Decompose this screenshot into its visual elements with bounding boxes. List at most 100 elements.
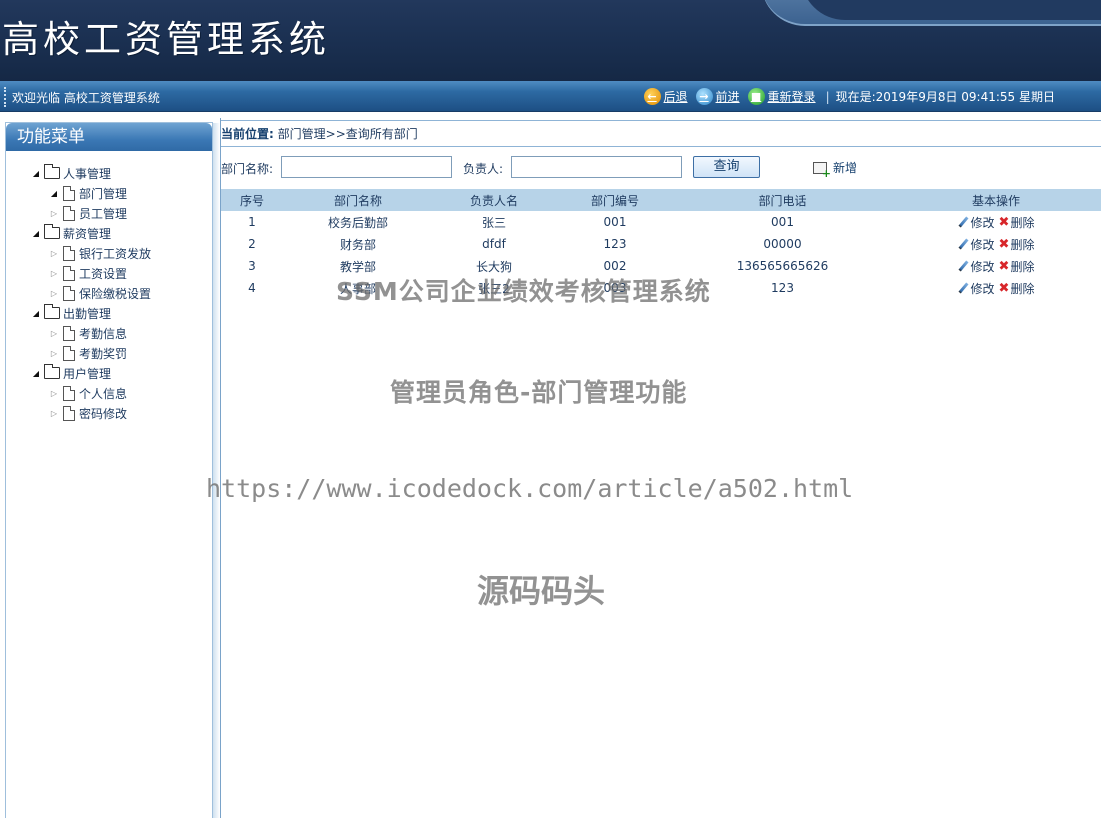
delete-button[interactable]: ✖ 删除 bbox=[999, 258, 1035, 275]
delete-x-icon: ✖ bbox=[998, 236, 1010, 252]
back-button[interactable]: ← 后退 bbox=[643, 88, 688, 105]
edit-button[interactable]: 修改 bbox=[958, 214, 995, 231]
breadcrumb-path: 部门管理>>查询所有部门 bbox=[277, 127, 418, 141]
leader-input[interactable] bbox=[511, 156, 682, 178]
folder-icon bbox=[44, 164, 60, 179]
tree-item-bank-payroll[interactable]: ▷ 银行工资发放 bbox=[6, 243, 212, 263]
search-form: 部门名称: 负责人: 查询 新增 bbox=[221, 156, 1101, 180]
tree-group-users[interactable]: ◢ 用户管理 bbox=[6, 363, 212, 383]
tree-group-label: 薪资管理 bbox=[63, 226, 112, 241]
cell-dept-phone: 00000 bbox=[763, 237, 802, 251]
cell-dept-phone: 123 bbox=[771, 281, 794, 295]
row-actions: 修改 ✖ 删除 bbox=[956, 214, 1037, 231]
delete-label: 删除 bbox=[1010, 259, 1035, 274]
delete-button[interactable]: ✖ 删除 bbox=[999, 236, 1035, 253]
folder-icon bbox=[44, 224, 60, 239]
page-icon bbox=[63, 345, 75, 361]
expanded-caret-icon[interactable]: ◢ bbox=[48, 189, 60, 198]
relogin-label: 重新登录 bbox=[767, 90, 816, 104]
col-header-index: 序号 bbox=[221, 189, 283, 211]
delete-button[interactable]: ✖ 删除 bbox=[999, 280, 1035, 297]
forward-arrow-icon: → bbox=[695, 88, 713, 105]
expanded-caret-icon[interactable]: ◢ bbox=[30, 229, 42, 238]
cell-actions: 修改 ✖ 删除 bbox=[890, 255, 1101, 277]
pencil-icon bbox=[958, 261, 969, 272]
collapsed-caret-icon[interactable]: ▷ bbox=[48, 209, 60, 218]
col-header-leader: 负责人名 bbox=[433, 189, 555, 211]
page-icon bbox=[63, 265, 75, 281]
collapsed-caret-icon[interactable]: ▷ bbox=[48, 269, 60, 278]
expanded-caret-icon[interactable]: ◢ bbox=[30, 309, 42, 318]
edit-label: 修改 bbox=[970, 281, 995, 296]
cell-actions: 修改 ✖ 删除 bbox=[890, 233, 1101, 255]
expanded-caret-icon[interactable]: ◢ bbox=[30, 369, 42, 378]
forward-button[interactable]: → 前进 bbox=[695, 88, 740, 105]
tree-item-label: 部门管理 bbox=[79, 186, 128, 201]
col-header-dept-name: 部门名称 bbox=[283, 189, 433, 211]
page-icon bbox=[63, 405, 75, 421]
cell-dept-phone: 136565665626 bbox=[736, 259, 829, 273]
delete-button[interactable]: ✖ 删除 bbox=[999, 214, 1035, 231]
collapsed-caret-icon[interactable]: ▷ bbox=[48, 289, 60, 298]
nav-separator: | bbox=[825, 89, 830, 104]
table-row: 4 人事部 张三2 003 123 修改 ✖ 删除 bbox=[221, 277, 1101, 299]
tree-group-hr[interactable]: ◢ 人事管理 bbox=[6, 163, 212, 183]
tree-group-salary[interactable]: ◢ 薪资管理 bbox=[6, 223, 212, 243]
collapsed-caret-icon[interactable]: ▷ bbox=[48, 389, 60, 398]
dept-name-input[interactable] bbox=[281, 156, 452, 178]
col-header-actions: 基本操作 bbox=[890, 189, 1101, 211]
col-header-dept-phone: 部门电话 bbox=[675, 189, 890, 211]
edit-button[interactable]: 修改 bbox=[958, 280, 995, 297]
table-row: 1 校务后勤部 张三 001 001 修改 ✖ 删除 bbox=[221, 211, 1101, 233]
cell-index: 3 bbox=[248, 259, 256, 273]
tree-item-label: 个人信息 bbox=[79, 386, 128, 401]
edit-label: 修改 bbox=[970, 237, 995, 252]
add-button[interactable]: 新增 bbox=[813, 159, 857, 179]
menu-tree: ◢ 人事管理 ◢ 部门管理 ▷ 员工管理 ◢ 薪资管理 ▷ 银行工资发放 ▷ 工… bbox=[6, 151, 212, 423]
department-table: 序号 部门名称 负责人名 部门编号 部门电话 基本操作 1 校务后勤部 张三 0… bbox=[221, 189, 1101, 299]
query-button[interactable]: 查询 bbox=[693, 156, 760, 178]
tree-item-salary-settings[interactable]: ▷ 工资设置 bbox=[6, 263, 212, 283]
tree-group-attendance[interactable]: ◢ 出勤管理 bbox=[6, 303, 212, 323]
collapsed-caret-icon[interactable]: ▷ bbox=[48, 249, 60, 258]
cell-dept-name: 人事部 bbox=[339, 281, 376, 296]
tree-group-label: 出勤管理 bbox=[63, 306, 112, 321]
tree-item-change-password[interactable]: ▷ 密码修改 bbox=[6, 403, 212, 423]
edit-button[interactable]: 修改 bbox=[958, 236, 995, 253]
tree-item-label: 员工管理 bbox=[79, 206, 128, 221]
tree-item-attendance-reward[interactable]: ▷ 考勤奖罚 bbox=[6, 343, 212, 363]
cell-actions: 修改 ✖ 删除 bbox=[890, 277, 1101, 299]
collapsed-caret-icon[interactable]: ▷ bbox=[48, 409, 60, 418]
dept-name-label: 部门名称: bbox=[221, 162, 274, 176]
delete-x-icon: ✖ bbox=[998, 280, 1010, 296]
tree-item-label: 保险缴税设置 bbox=[79, 286, 152, 301]
edit-button[interactable]: 修改 bbox=[958, 258, 995, 275]
collapsed-caret-icon[interactable]: ▷ bbox=[48, 349, 60, 358]
cell-leader: 长大狗 bbox=[475, 259, 512, 274]
tree-item-dept[interactable]: ◢ 部门管理 bbox=[6, 183, 212, 203]
page-root: 高校工资管理系统 欢迎光临 高校工资管理系统 ← 后退 → 前进 ■ 重新登录 … bbox=[0, 0, 1101, 818]
tree-group-label: 用户管理 bbox=[63, 366, 112, 381]
collapsed-caret-icon[interactable]: ▷ bbox=[48, 329, 60, 338]
cell-index: 2 bbox=[248, 237, 256, 251]
tree-item-label: 密码修改 bbox=[79, 406, 128, 421]
tree-group-label: 人事管理 bbox=[63, 166, 112, 181]
relogin-button[interactable]: ■ 重新登录 bbox=[747, 88, 816, 105]
cell-dept-code: 123 bbox=[603, 237, 627, 251]
tree-item-label: 工资设置 bbox=[79, 266, 128, 281]
dotted-divider bbox=[4, 87, 6, 107]
back-label: 后退 bbox=[663, 90, 688, 104]
cell-leader: dfdf bbox=[482, 237, 506, 251]
tree-item-attendance-info[interactable]: ▷ 考勤信息 bbox=[6, 323, 212, 343]
tree-item-personal-info[interactable]: ▷ 个人信息 bbox=[6, 383, 212, 403]
cell-dept-name: 教学部 bbox=[339, 259, 376, 274]
delete-x-icon: ✖ bbox=[998, 258, 1010, 274]
page-icon bbox=[63, 385, 75, 401]
expanded-caret-icon[interactable]: ◢ bbox=[30, 169, 42, 178]
tree-item-insurance-tax[interactable]: ▷ 保险缴税设置 bbox=[6, 283, 212, 303]
row-actions: 修改 ✖ 删除 bbox=[956, 258, 1037, 275]
welcome-bar: 欢迎光临 高校工资管理系统 ← 后退 → 前进 ■ 重新登录 | 现在是:201… bbox=[0, 81, 1101, 112]
tree-item-staff[interactable]: ▷ 员工管理 bbox=[6, 203, 212, 223]
pencil-icon bbox=[958, 217, 969, 228]
page-icon bbox=[63, 285, 75, 301]
